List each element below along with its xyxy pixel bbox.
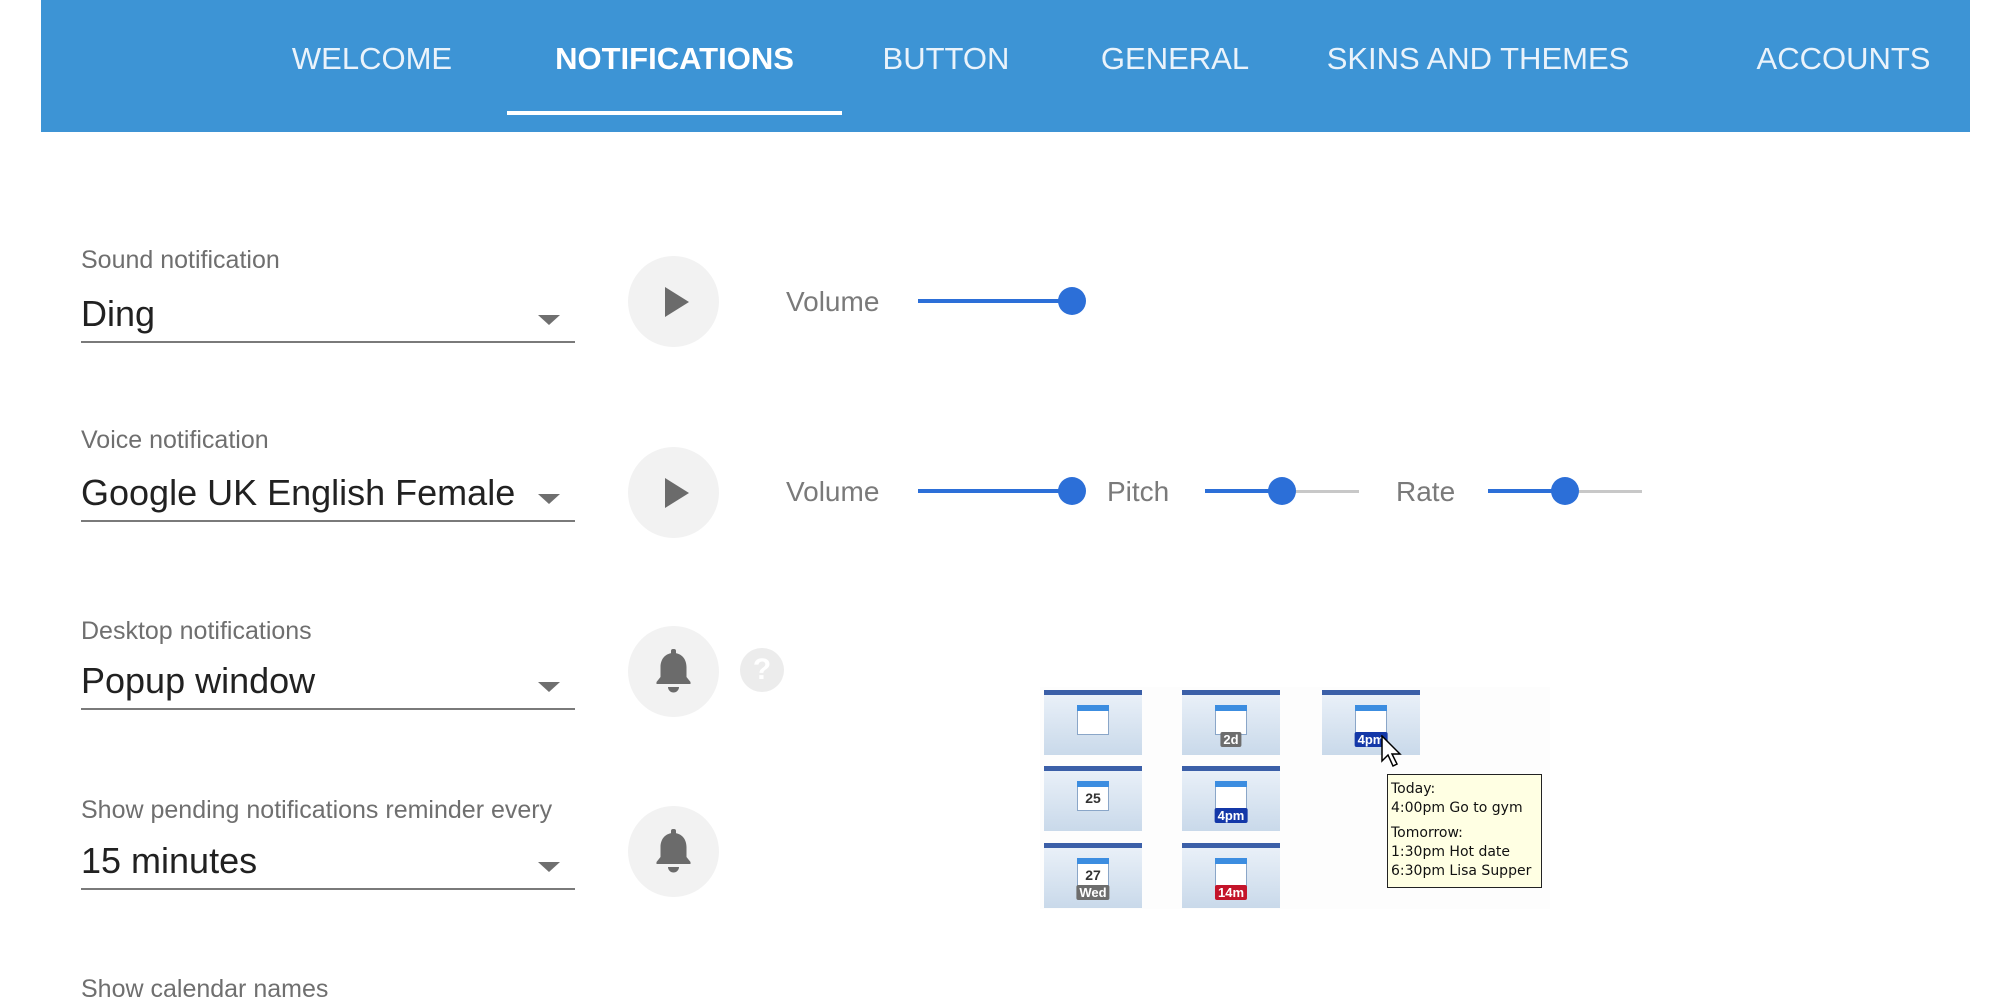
tooltip-line: 1:30pm Hot date (1391, 844, 1511, 860)
pending-reminder-select[interactable]: 15 minutes (81, 840, 575, 890)
slider-fill (918, 489, 1072, 493)
chevron-down-icon (538, 315, 560, 325)
voice-notification-label: Voice notification (81, 426, 269, 454)
voice-volume-label: Volume (786, 476, 880, 507)
voice-pitch-label: Pitch (1107, 476, 1170, 507)
help-icon[interactable]: ? (740, 648, 784, 692)
bell-icon (656, 649, 691, 693)
sound-notification-select[interactable]: Ding (81, 293, 575, 343)
sound-notification-label: Sound notification (81, 246, 280, 274)
play-sound-button[interactable] (628, 256, 719, 347)
tooltip-line: Tomorrow: (1391, 825, 1463, 841)
mouse-pointer-icon (1381, 735, 1402, 768)
voice-pitch-slider[interactable] (1205, 477, 1359, 507)
desktop-notifications-select[interactable]: Popup window (81, 660, 575, 710)
calendar-badge: Wed (1076, 885, 1110, 900)
calendar-icon: 27 Wed (1044, 843, 1142, 908)
tooltip-line: 4:00pm Go to gym (1391, 800, 1523, 816)
slider-thumb[interactable] (1268, 477, 1296, 505)
voice-rate-label: Rate (1396, 476, 1456, 507)
settings-tab-bar: WELCOME NOTIFICATIONS BUTTON GENERAL SKI… (41, 0, 1970, 132)
tooltip-line: Today: (1391, 781, 1436, 797)
calendar-icon: 14m (1182, 843, 1280, 908)
tooltip-line: 6:30pm Lisa Supper (1391, 863, 1532, 879)
tab-notifications[interactable]: NOTIFICATIONS (507, 0, 842, 118)
chevron-down-icon (538, 494, 560, 504)
voice-notification-value: Google UK English Female (81, 472, 516, 513)
tab-button[interactable]: BUTTON (846, 0, 1046, 118)
calendar-icon: 25 (1044, 766, 1142, 831)
sound-notification-value: Ding (81, 293, 156, 334)
bell-icon (656, 829, 691, 873)
desktop-notifications-value: Popup window (81, 660, 316, 701)
calendar-icon: 4pm (1322, 690, 1420, 755)
desktop-notifications-label: Desktop notifications (81, 617, 312, 645)
slider-fill (918, 299, 1072, 303)
calendar-badge: 2d (1220, 732, 1242, 747)
slider-thumb[interactable] (1058, 287, 1086, 315)
calendar-icon (1044, 690, 1142, 755)
calendar-badge: 14m (1214, 885, 1248, 900)
sound-volume-slider[interactable] (918, 287, 1086, 317)
tab-skins-and-themes[interactable]: SKINS AND THEMES (1303, 0, 1653, 118)
voice-notification-select[interactable]: Google UK English Female (81, 472, 575, 522)
play-icon (665, 287, 689, 317)
event-tooltip: Today: 4:00pm Go to gym Tomorrow: 1:30pm… (1387, 774, 1542, 888)
sound-volume-label: Volume (786, 286, 880, 317)
chevron-down-icon (538, 682, 560, 692)
chevron-down-icon (538, 862, 560, 872)
test-reminder-button[interactable] (628, 806, 719, 897)
pending-reminder-label: Show pending notifications reminder ever… (81, 796, 553, 824)
tab-welcome[interactable]: WELCOME (247, 0, 497, 118)
tab-accounts[interactable]: ACCOUNTS (1731, 0, 1956, 118)
voice-volume-slider[interactable] (918, 477, 1086, 507)
slider-thumb[interactable] (1058, 477, 1086, 505)
tab-general[interactable]: GENERAL (1065, 0, 1285, 118)
active-tab-indicator (507, 111, 842, 115)
test-desktop-notification-button[interactable] (628, 626, 719, 717)
voice-rate-slider[interactable] (1488, 477, 1642, 507)
calendar-badge: 4pm (1214, 808, 1248, 823)
calendar-icon: 4pm (1182, 766, 1280, 831)
play-voice-button[interactable] (628, 447, 719, 538)
play-icon (665, 478, 689, 508)
pending-reminder-value: 15 minutes (81, 840, 258, 881)
calendar-icon: 2d (1182, 690, 1280, 755)
slider-thumb[interactable] (1551, 477, 1579, 505)
